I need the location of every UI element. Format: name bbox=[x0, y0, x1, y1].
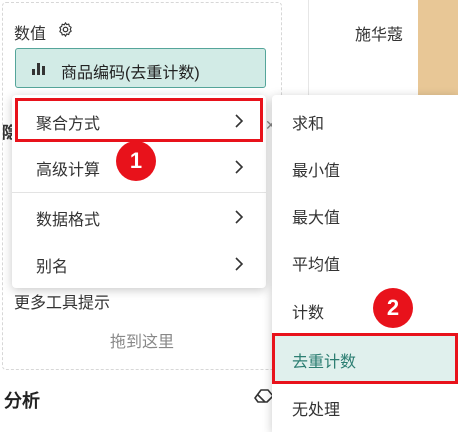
submenu-item-label: 平均值 bbox=[292, 257, 341, 274]
chevron-right-icon bbox=[235, 210, 244, 224]
chevron-right-icon bbox=[235, 257, 244, 271]
more-tooltip-label: 更多工具提示 bbox=[14, 295, 111, 312]
submenu-item-label: 求和 bbox=[292, 116, 325, 133]
submenu-item-sum[interactable]: 求和 bbox=[272, 97, 458, 145]
menu-item-label: 数据格式 bbox=[36, 212, 101, 229]
step-badge-1: 1 bbox=[116, 141, 156, 181]
menu-item-label: 高级计算 bbox=[36, 162, 101, 179]
bar-chart-icon bbox=[32, 63, 45, 75]
submenu-item-max[interactable]: 最大值 bbox=[272, 191, 458, 239]
submenu-item-count[interactable]: 计数 bbox=[272, 286, 458, 334]
menu-item-data-format[interactable]: 数据格式 bbox=[12, 193, 266, 241]
value-field-label: 商品编码(去重计数) bbox=[61, 65, 200, 82]
submenu-item-label: 最小值 bbox=[292, 163, 341, 180]
chevron-right-icon bbox=[235, 160, 244, 174]
submenu-item-label: 最大值 bbox=[292, 210, 341, 227]
table-cell: 施华蔻 bbox=[355, 27, 404, 44]
highlight-box-distinct-count bbox=[272, 333, 458, 384]
submenu-item-min[interactable]: 最小值 bbox=[272, 144, 458, 192]
value-field-chip[interactable]: 商品编码(去重计数) bbox=[15, 48, 266, 88]
submenu-item-no-processing[interactable]: 无处理 bbox=[272, 383, 458, 431]
table-bar-cell bbox=[418, 0, 458, 100]
submenu-item-label: 计数 bbox=[292, 305, 325, 322]
highlight-box-aggregation bbox=[15, 98, 263, 142]
eraser-icon[interactable] bbox=[254, 388, 274, 404]
submenu-item-avg[interactable]: 平均值 bbox=[272, 238, 458, 286]
gear-icon[interactable] bbox=[57, 21, 74, 38]
step-badge-2: 2 bbox=[373, 288, 413, 328]
table-divider bbox=[308, 0, 309, 100]
submenu-item-label: 无处理 bbox=[292, 402, 341, 419]
analysis-title: 分析 bbox=[4, 391, 40, 411]
menu-item-label: 别名 bbox=[36, 259, 69, 276]
drop-zone-hint: 拖到这里 bbox=[109, 334, 174, 351]
drop-zone[interactable]: 拖到这里 bbox=[14, 318, 270, 366]
menu-item-alias[interactable]: 别名 bbox=[12, 240, 266, 288]
values-title: 数值 bbox=[14, 26, 47, 43]
